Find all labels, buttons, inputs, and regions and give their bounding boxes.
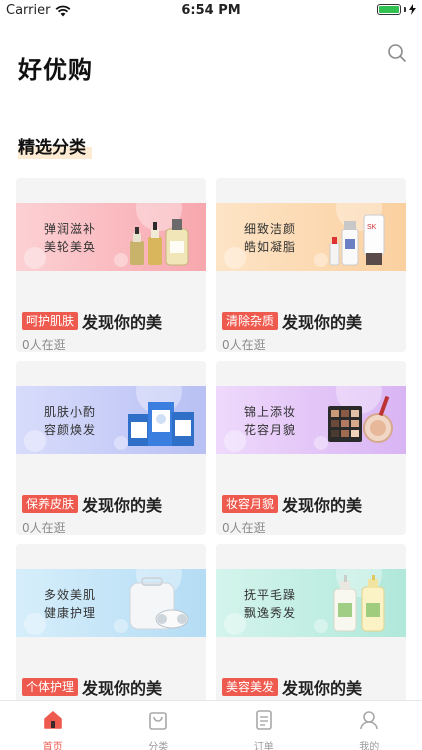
banner-slogan-line: 锦上添妆: [244, 405, 297, 419]
tab-user[interactable]: 我的: [317, 701, 422, 750]
user-icon: [358, 709, 380, 735]
status-bar: Carrier 6:54 PM: [0, 0, 422, 22]
tab-home[interactable]: 首页: [0, 701, 106, 750]
card-title-text: 发现你的美: [82, 313, 163, 332]
banner-slogan-line: 多效美肌: [44, 588, 97, 602]
category-card[interactable]: 锦上添妆 花容月貌 妆容月貌 发现你的美 0人在逛: [216, 361, 406, 535]
category-banner: 抚平毛躁 飘逸秀发: [216, 569, 406, 637]
cleanser-bottles-icon: SK: [326, 209, 396, 271]
category-tag: 美容美发: [222, 678, 279, 696]
category-tag: 妆容月貌: [222, 495, 279, 513]
beauty-device-icon: [126, 575, 196, 637]
banner-slogan-line: 美轮美奂: [44, 240, 97, 254]
order-list-icon: [253, 709, 275, 735]
battery-indicator: [377, 4, 416, 15]
tab-order-list[interactable]: 订单: [211, 701, 317, 750]
banner-slogan: 肌肤小酌 容颜焕发: [44, 403, 96, 439]
charging-bolt-icon: [409, 4, 416, 15]
tab-label: 分类: [148, 742, 169, 750]
face-mask-boxes-icon: [126, 392, 196, 454]
category-banner: 弹润滋补 美轮美奂: [16, 203, 206, 271]
category-card[interactable]: 多效美肌 健康护理 个体护理 发现你的美: [16, 544, 206, 718]
card-title: 妆容月貌 发现你的美: [222, 492, 362, 516]
category-card[interactable]: 细致洁颜 皓如凝脂 SK 清除杂质 发现你的美 0人在逛: [216, 178, 406, 352]
card-title: 呵护肌肤 发现你的美: [22, 309, 162, 333]
serum-bottles-icon: [126, 209, 196, 271]
bag-icon: [147, 709, 169, 735]
tab-label: 我的: [359, 742, 380, 750]
category-banner: 细致洁颜 皓如凝脂 SK: [216, 203, 406, 271]
card-title-text: 发现你的美: [282, 496, 363, 515]
card-title-text: 发现你的美: [282, 679, 363, 698]
banner-slogan: 锦上添妆 花容月貌: [244, 403, 296, 439]
search-icon: [388, 44, 406, 62]
category-tag: 个体护理: [22, 678, 79, 696]
tab-bar: 首页 分类 订单 我的: [0, 700, 422, 750]
home-icon: [42, 709, 64, 735]
visitor-count: 0人在逛: [222, 521, 266, 535]
banner-slogan: 多效美肌 健康护理: [44, 586, 96, 622]
card-title-text: 发现你的美: [82, 679, 163, 698]
category-tag: 呵护肌肤: [22, 312, 79, 330]
page-title: 好优购: [18, 56, 93, 84]
banner-slogan-line: 花容月貌: [244, 423, 297, 437]
svg-text:SK: SK: [367, 224, 377, 231]
card-title: 保养皮肤 发现你的美: [22, 492, 162, 516]
shampoo-bottles-icon: [326, 575, 396, 637]
category-card[interactable]: 抚平毛躁 飘逸秀发 美容美发 发现你的美: [216, 544, 406, 718]
category-banner: 多效美肌 健康护理: [16, 569, 206, 637]
category-card[interactable]: 弹润滋补 美轮美奂 呵护肌肤 发现你的美 0人在逛: [16, 178, 206, 352]
banner-slogan: 弹润滋补 美轮美奂: [44, 220, 96, 256]
card-title-text: 发现你的美: [82, 496, 163, 515]
banner-slogan-line: 细致洁颜: [244, 222, 297, 236]
section-title-text: 精选分类: [18, 138, 86, 158]
tab-label: 订单: [253, 742, 274, 750]
category-tag: 清除杂质: [222, 312, 279, 330]
visitor-count: 0人在逛: [22, 521, 66, 535]
banner-slogan-line: 弹润滋补: [44, 222, 97, 236]
card-title: 清除杂质 发现你的美: [222, 309, 362, 333]
status-time: 6:54 PM: [181, 3, 241, 18]
card-title-text: 发现你的美: [282, 313, 363, 332]
card-title: 美容美发 发现你的美: [222, 675, 362, 699]
category-banner: 锦上添妆 花容月貌: [216, 386, 406, 454]
banner-slogan-line: 抚平毛躁: [244, 588, 297, 602]
visitor-count: 0人在逛: [22, 338, 66, 352]
banner-slogan-line: 容颜焕发: [44, 423, 97, 437]
banner-slogan: 抚平毛躁 飘逸秀发: [244, 586, 296, 622]
banner-slogan-line: 肌肤小酌: [44, 405, 97, 419]
category-card[interactable]: 肌肤小酌 容颜焕发 保养皮肤 发现你的美 0人在逛: [16, 361, 206, 535]
makeup-palette-icon: [326, 392, 396, 454]
banner-slogan: 细致洁颜 皓如凝脂: [244, 220, 296, 256]
category-tag: 保养皮肤: [22, 495, 79, 513]
visitor-count: 0人在逛: [222, 338, 266, 352]
search-button[interactable]: [386, 42, 408, 64]
battery-icon: [377, 4, 401, 15]
banner-slogan-line: 健康护理: [44, 606, 97, 620]
section-title: 精选分类: [18, 133, 92, 159]
tab-bag[interactable]: 分类: [106, 701, 212, 750]
tab-label: 首页: [42, 742, 63, 750]
card-title: 个体护理 发现你的美: [22, 675, 162, 699]
banner-slogan-line: 皓如凝脂: [244, 240, 297, 254]
category-banner: 肌肤小酌 容颜焕发: [16, 386, 206, 454]
banner-slogan-line: 飘逸秀发: [244, 606, 297, 620]
